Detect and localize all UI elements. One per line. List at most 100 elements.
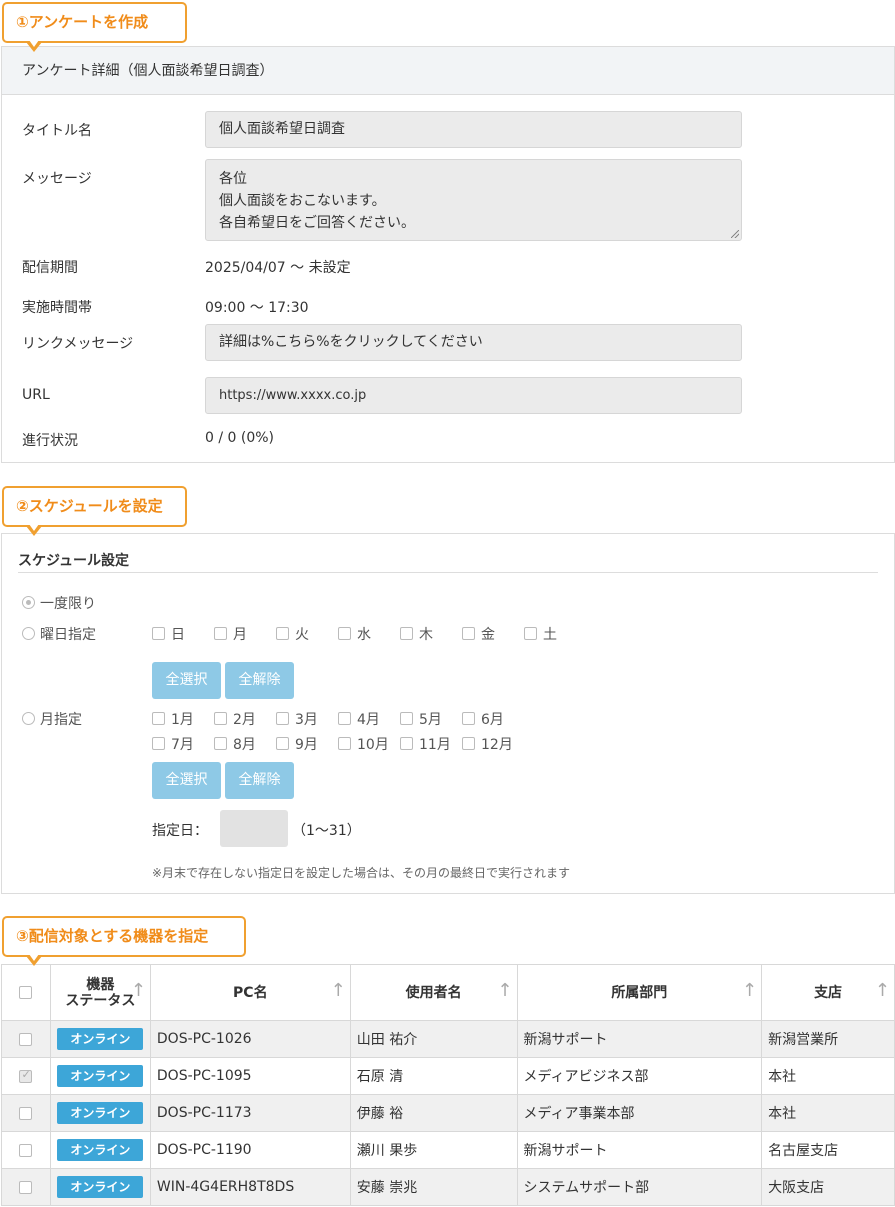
column-header-status[interactable]: 機器 ステータス ↑	[49, 964, 151, 1021]
weekday-checkbox-mon[interactable]	[214, 627, 227, 640]
weekday-label-sat: 土	[543, 627, 557, 643]
url-field[interactable]: https://www.xxxx.co.jp	[205, 377, 742, 414]
row-checkbox[interactable]	[19, 1106, 33, 1120]
link-message-field[interactable]: 詳細は%こちら%をクリックしてください	[205, 324, 742, 361]
month-checkbox-5[interactable]	[400, 712, 413, 725]
table-row[interactable]: オンライン DOS-PC-1173 伊藤 裕 メディア事業本部 本社	[1, 1094, 895, 1132]
resize-handle-icon[interactable]	[731, 230, 739, 238]
month-label-1: 1月	[171, 712, 194, 728]
department-cell: システムサポート部	[516, 1168, 763, 1206]
weekday-checkbox-sat[interactable]	[524, 627, 537, 640]
month-checkbox-6[interactable]	[462, 712, 475, 725]
month-label: 月指定	[40, 712, 82, 728]
month-checkbox-3[interactable]	[276, 712, 289, 725]
department-cell: 新潟サポート	[516, 1020, 763, 1058]
month-checkbox-9[interactable]	[276, 737, 289, 750]
device-table: 機器 ステータス ↑ PC名 ↑ 使用者名 ↑ 所属部門 ↑ 支店 ↑ オンライン DOS-…	[1, 964, 895, 1206]
weekday-clear-all-button[interactable]: 全解除	[225, 662, 294, 699]
sort-arrow-icon[interactable]: ↑	[331, 982, 346, 1000]
progress-value: 0 / 0 (0%)	[205, 430, 275, 446]
row-checkbox[interactable]	[19, 1068, 33, 1083]
month-checkbox-12[interactable]	[462, 737, 475, 750]
sort-arrow-icon[interactable]: ↑	[742, 982, 757, 1000]
pc-name-cell: DOS-PC-1190	[149, 1131, 351, 1169]
weekday-checkbox-thu[interactable]	[400, 627, 413, 640]
month-checkbox-10[interactable]	[338, 737, 351, 750]
column-status-label: 機器 ステータス	[65, 976, 136, 1009]
month-checkbox-11[interactable]	[400, 737, 413, 750]
select-all-checkbox[interactable]	[19, 986, 33, 999]
weekday-checkbox-tue[interactable]	[276, 627, 289, 640]
weekday-label-fri: 金	[481, 627, 495, 643]
month-label-11: 11月	[419, 737, 451, 753]
column-header-branch[interactable]: 支店 ↑	[761, 964, 895, 1021]
day-range: （1～31）	[292, 823, 361, 839]
weekday-checkbox-fri[interactable]	[462, 627, 475, 640]
month-checkbox-7[interactable]	[152, 737, 165, 750]
period-value: 2025/04/07 ～ 未設定	[205, 260, 351, 276]
month-select-all-button[interactable]: 全選択	[152, 762, 221, 799]
pc-name-cell: DOS-PC-1026	[149, 1020, 351, 1058]
month-radio[interactable]	[22, 712, 35, 725]
month-checkbox-8[interactable]	[214, 737, 227, 750]
month-label-8: 8月	[233, 737, 256, 753]
weekday-checkbox-wed[interactable]	[338, 627, 351, 640]
user-name-cell: 安藤 崇兆	[349, 1168, 518, 1206]
message-field[interactable]: 各位 個人面談をおこないます。 各自希望日をご回答ください。	[205, 159, 742, 241]
table-row[interactable]: オンライン DOS-PC-1026 山田 祐介 新潟サポート 新潟営業所	[1, 1020, 895, 1058]
status-cell: オンライン	[49, 1020, 151, 1058]
row-checkbox[interactable]	[19, 1032, 33, 1046]
weekday-label-thu: 木	[419, 627, 433, 643]
month-label-3: 3月	[295, 712, 318, 728]
step3-callout: ③配信対象とする機器を指定	[2, 916, 246, 966]
title-label: タイトル名	[22, 123, 92, 139]
link-message-label: リンクメッセージ	[22, 336, 134, 352]
month-label-12: 12月	[481, 737, 513, 753]
row-select-cell	[1, 1131, 51, 1169]
weekday-label: 曜日指定	[40, 627, 96, 643]
month-checkbox-2[interactable]	[214, 712, 227, 725]
hours-value: 09:00 ～ 17:30	[205, 300, 309, 316]
month-label-2: 2月	[233, 712, 256, 728]
user-name-cell: 山田 祐介	[349, 1020, 518, 1058]
pc-name-cell: DOS-PC-1173	[149, 1094, 351, 1132]
row-select-cell	[1, 1020, 51, 1058]
sort-arrow-icon[interactable]: ↑	[875, 982, 890, 1000]
column-dept-label: 所属部門	[611, 984, 668, 1001]
sort-arrow-icon[interactable]: ↑	[497, 982, 512, 1000]
step2-callout: ②スケジュールを設定	[2, 486, 187, 536]
column-header-user[interactable]: 使用者名 ↑	[349, 964, 518, 1021]
status-cell: オンライン	[49, 1131, 151, 1169]
row-checkbox[interactable]	[19, 1143, 33, 1157]
sort-arrow-icon[interactable]: ↑	[131, 982, 146, 1000]
column-header-pc[interactable]: PC名 ↑	[149, 964, 351, 1021]
user-name-cell: 伊藤 裕	[349, 1094, 518, 1132]
month-checkbox-4[interactable]	[338, 712, 351, 725]
day-label: 指定日：	[152, 823, 208, 839]
department-cell: メディア事業本部	[516, 1094, 763, 1132]
weekday-radio[interactable]	[22, 627, 35, 640]
weekday-label-wed: 水	[357, 627, 371, 643]
weekday-checkbox-sun[interactable]	[152, 627, 165, 640]
table-row[interactable]: オンライン DOS-PC-1190 瀬川 果歩 新潟サポート 名古屋支店	[1, 1131, 895, 1169]
row-checkbox[interactable]	[19, 1180, 33, 1194]
table-row[interactable]: オンライン DOS-PC-1095 石原 清 メディアビジネス部 本社	[1, 1057, 895, 1095]
survey-detail-panel: アンケート詳細（個人面談希望日調査） タイトル名 個人面談希望日調査 メッセージ…	[1, 46, 895, 463]
department-cell: 新潟サポート	[516, 1131, 763, 1169]
schedule-divider	[18, 572, 878, 573]
branch-cell: 新潟営業所	[761, 1020, 895, 1058]
day-input[interactable]	[220, 810, 288, 847]
month-clear-all-button[interactable]: 全解除	[225, 762, 294, 799]
table-row[interactable]: オンライン WIN-4G4ERH8T8DS 安藤 崇兆 システムサポート部 大阪…	[1, 1168, 895, 1206]
step1-callout: ①アンケートを作成	[2, 2, 187, 52]
month-checkbox-1[interactable]	[152, 712, 165, 725]
table-header-row: 機器 ステータス ↑ PC名 ↑ 使用者名 ↑ 所属部門 ↑ 支店 ↑	[1, 964, 895, 1021]
department-cell: メディアビジネス部	[516, 1057, 763, 1095]
row-select-cell	[1, 1057, 51, 1095]
step3-label: ③配信対象とする機器を指定	[16, 927, 209, 945]
month-label-6: 6月	[481, 712, 504, 728]
column-header-dept[interactable]: 所属部門 ↑	[516, 964, 763, 1021]
once-radio[interactable]	[22, 596, 35, 609]
title-field[interactable]: 個人面談希望日調査	[205, 111, 742, 148]
weekday-select-all-button[interactable]: 全選択	[152, 662, 221, 699]
